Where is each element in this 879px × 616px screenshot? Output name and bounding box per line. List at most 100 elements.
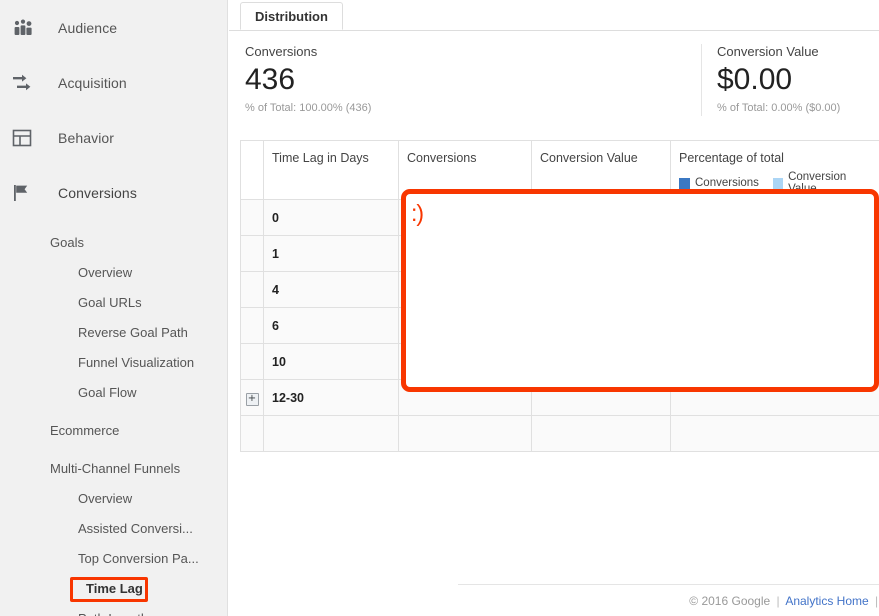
column-header-conversion-value[interactable]: Conversion Value: [531, 140, 671, 200]
acquisition-arrows-icon: [12, 71, 40, 95]
table-footer-row: [240, 415, 879, 452]
footer-separator: |: [875, 593, 879, 608]
table-row[interactable]: 0: [240, 199, 879, 236]
footer-link-analytics-home[interactable]: Analytics Home: [785, 594, 868, 608]
sidebar-item-assisted-conversions[interactable]: Assisted Conversi...: [0, 514, 227, 544]
sidebar-item-label: Overview: [78, 491, 133, 506]
column-header-time-lag[interactable]: Time Lag in Days: [263, 140, 399, 200]
cell-time-lag: 12-30: [263, 379, 399, 416]
sidebar-item-label: Funnel Visualization: [78, 355, 195, 370]
expand-row-icon[interactable]: +: [245, 392, 259, 406]
sidebar-item-goals-overview[interactable]: Overview: [0, 258, 227, 288]
column-header-percentage-of-total[interactable]: Percentage of total Conversions Conversi…: [670, 140, 879, 200]
cell-time-lag: 6: [263, 307, 399, 344]
cell-percentage-bar: [670, 271, 879, 308]
sidebar-group-label: Ecommerce: [50, 423, 120, 438]
footer-cell: [398, 415, 532, 452]
cell-conversion-value: [531, 343, 671, 380]
table-row[interactable]: 6: [240, 307, 879, 344]
column-header-conversions[interactable]: Conversions: [398, 140, 532, 200]
sidebar-item-time-lag[interactable]: Time Lag: [0, 574, 227, 604]
sidebar-item-behavior[interactable]: Behavior: [0, 110, 227, 165]
cell-conversions: [398, 379, 532, 416]
column-header-select[interactable]: [240, 140, 264, 200]
table-header-row: Time Lag in Days Conversions Conversion …: [240, 140, 879, 200]
column-header-label: Percentage of total: [679, 151, 784, 165]
footer-copyright: © 2016 Google: [689, 593, 771, 608]
row-select-cell[interactable]: [240, 307, 264, 344]
cell-conversion-value: [531, 235, 671, 272]
cell-time-lag: 1: [263, 235, 399, 272]
sidebar-item-path-length[interactable]: Path Length: [0, 604, 227, 616]
sidebar-item-conversions[interactable]: Conversions: [0, 165, 227, 220]
main-content: Distribution Conversions 436 % of Total:…: [229, 0, 879, 616]
sidebar-item-label: Goal URLs: [78, 295, 142, 310]
sidebar-group-label: Multi-Channel Funnels: [50, 461, 181, 476]
sidebar-item-label: Acquisition: [58, 74, 127, 91]
sidebar-item-label: Overview: [78, 265, 133, 280]
cell-percentage-bar: [670, 343, 879, 380]
sidebar-item-audience[interactable]: Audience: [0, 0, 227, 55]
sidebar-item-reverse-goal-path[interactable]: Reverse Goal Path: [0, 318, 227, 348]
row-select-cell[interactable]: +: [240, 379, 264, 416]
column-header-label: Conversion Value: [540, 151, 638, 165]
footer-content: © 2016 Google | Analytics Home | Terms o…: [677, 594, 879, 608]
row-select-cell[interactable]: [240, 343, 264, 380]
table-row[interactable]: 1: [240, 235, 879, 272]
cell-percentage-bar: [670, 307, 879, 344]
cell-conversions: [398, 235, 532, 272]
metric-subtext: % of Total: 100.00% (436): [245, 102, 372, 114]
cell-conversion-value: [531, 379, 671, 416]
footer-separator: |: [776, 593, 780, 608]
table-row[interactable]: 4: [240, 271, 879, 308]
cell-conversion-value: [531, 199, 671, 236]
table-row[interactable]: + 12-30: [240, 379, 879, 416]
sidebar-item-goal-urls[interactable]: Goal URLs: [0, 288, 227, 318]
cell-conversion-value: [531, 307, 671, 344]
sidebar-group-label: Goals: [50, 235, 84, 250]
sidebar: Audience Acquisition Behavior Conversion…: [0, 0, 228, 616]
sidebar-item-funnel-visualization[interactable]: Funnel Visualization: [0, 348, 227, 378]
sidebar-item-label: Behavior: [58, 129, 115, 146]
summary-metrics: Conversions 436 % of Total: 100.00% (436…: [229, 31, 879, 131]
row-select-cell[interactable]: [240, 235, 264, 272]
sidebar-item-label: Audience: [58, 19, 118, 36]
sidebar-item-goal-flow[interactable]: Goal Flow: [0, 378, 227, 408]
cell-percentage-bar: [670, 199, 879, 236]
legend-item-conversion-value: Conversion Value: [772, 171, 871, 195]
cell-percentage-bar: [670, 379, 879, 416]
cell-conversions: [398, 271, 532, 308]
sidebar-item-top-conversion-paths[interactable]: Top Conversion Pa...: [0, 544, 227, 574]
footer-cell: [240, 415, 264, 452]
cell-time-lag: 4: [263, 271, 399, 308]
legend-swatch-icon: [679, 177, 690, 189]
table-row[interactable]: 10: [240, 343, 879, 380]
metric-title: Conversions: [245, 44, 318, 59]
cell-time-lag: 10: [263, 343, 399, 380]
column-header-label: Time Lag in Days: [272, 151, 369, 165]
cell-conversions: [398, 307, 532, 344]
tab-distribution[interactable]: Distribution: [240, 2, 343, 30]
sidebar-item-acquisition[interactable]: Acquisition: [0, 55, 227, 110]
sidebar-item-mcf-overview[interactable]: Overview: [0, 484, 227, 514]
time-lag-table: Time Lag in Days Conversions Conversion …: [240, 140, 879, 452]
legend-label: Conversions: [695, 177, 759, 189]
conversions-flag-icon: [12, 181, 40, 205]
metric-title: Conversion Value: [717, 44, 819, 59]
audience-people-icon: [12, 16, 40, 40]
row-select-cell[interactable]: [240, 199, 264, 236]
sidebar-item-label: Top Conversion Pa...: [78, 551, 199, 566]
footer-cell: [531, 415, 671, 452]
tab-label: Distribution: [255, 9, 328, 24]
sidebar-group-goals[interactable]: ▾ Goals: [0, 228, 227, 258]
legend-label: Conversion Value: [788, 171, 847, 195]
sidebar-item-label: Assisted Conversi...: [78, 521, 193, 536]
metric-conversions: Conversions 436 % of Total: 100.00% (436…: [245, 44, 371, 114]
row-select-cell[interactable]: [240, 271, 264, 308]
footer-cell: [263, 415, 399, 452]
sidebar-group-multi-channel-funnels[interactable]: ▾ Multi-Channel Funnels: [0, 454, 227, 484]
sidebar-group-ecommerce[interactable]: ▸ Ecommerce: [0, 416, 227, 446]
